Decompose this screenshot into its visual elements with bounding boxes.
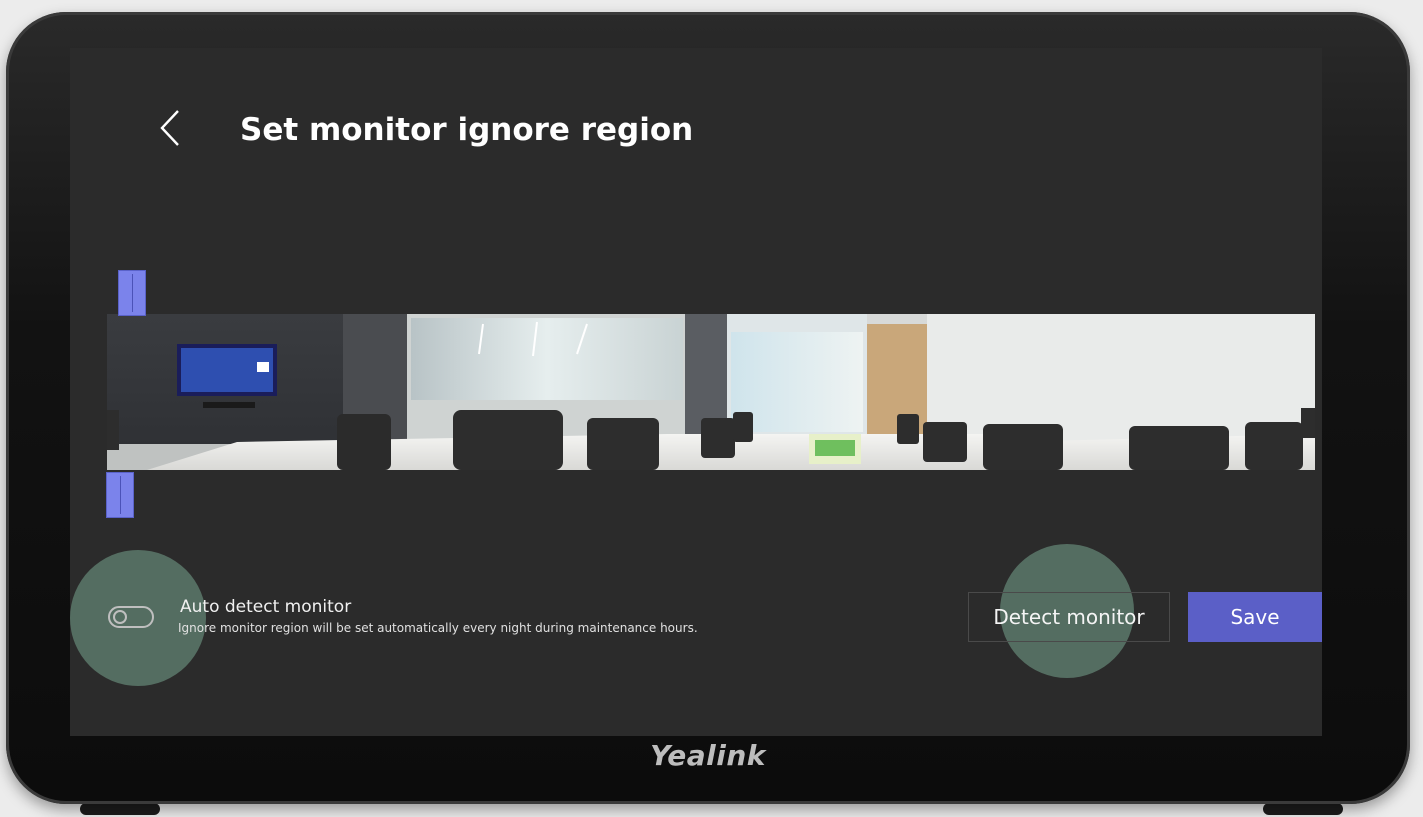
page-title: Set monitor ignore region (240, 112, 694, 148)
brand-logo: Yealink (650, 739, 766, 772)
device-foot-right (1263, 803, 1343, 815)
toggle-knob (113, 610, 127, 624)
auto-detect-toggle[interactable] (108, 606, 154, 628)
detect-monitor-button[interactable]: Detect monitor (968, 592, 1170, 642)
region-handle-bottom[interactable] (106, 472, 134, 518)
auto-detect-label: Auto detect monitor (180, 597, 352, 617)
device-foot-left (80, 803, 160, 815)
auto-detect-description: Ignore monitor region will be set automa… (178, 621, 698, 635)
back-button[interactable] (150, 110, 190, 150)
camera-panorama-preview[interactable] (107, 314, 1315, 470)
save-button[interactable]: Save (1188, 592, 1322, 642)
region-handle-top[interactable] (118, 270, 146, 316)
device-bezel: Set monitor ignore region Auto detect mo… (6, 12, 1410, 804)
chevron-left-icon (158, 108, 182, 152)
screen: Set monitor ignore region Auto detect mo… (70, 48, 1322, 736)
